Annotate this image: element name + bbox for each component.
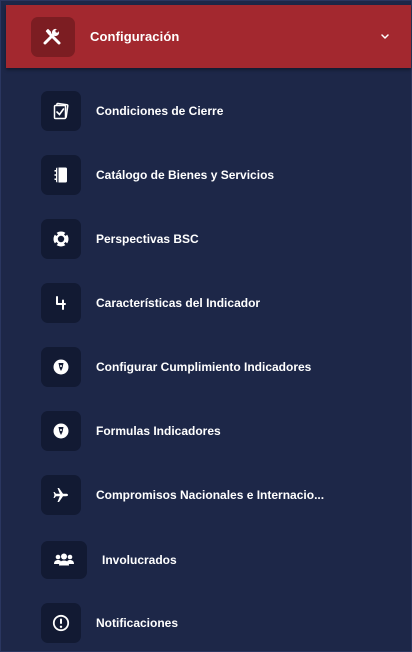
notebook-icon: [41, 155, 81, 195]
menu-item-label: Compromisos Nacionales e Internacio...: [96, 488, 325, 502]
number-four-icon: [41, 283, 81, 323]
users-icon: [41, 541, 87, 579]
checklist-icon: [41, 91, 81, 131]
menu-item-label: Condiciones de Cierre: [96, 104, 224, 118]
section-title: Configuración: [90, 29, 180, 44]
menu-item-compromisos[interactable]: Compromisos Nacionales e Internacio...: [41, 475, 401, 515]
pen-nib-icon: [41, 347, 81, 387]
menu-item-configurar-cumplimiento[interactable]: Configurar Cumplimiento Indicadores: [41, 347, 401, 387]
menu-item-notificaciones[interactable]: Notificaciones: [41, 603, 401, 643]
plane-icon: [41, 475, 81, 515]
menu-item-label: Características del Indicador: [96, 296, 261, 310]
menu-item-label: Notificaciones: [96, 616, 179, 630]
menu-item-catalogo-bienes-servicios[interactable]: Catálogo de Bienes y Servicios: [41, 155, 401, 195]
alert-circle-icon: [41, 603, 81, 643]
tools-icon: [31, 16, 75, 57]
menu-item-label: Formulas Indicadores: [96, 424, 221, 438]
menu-item-label: Catálogo de Bienes y Servicios: [96, 168, 275, 182]
menu-item-label: Configurar Cumplimiento Indicadores: [96, 360, 312, 374]
life-ring-icon: [41, 219, 81, 259]
menu-item-formulas-indicadores[interactable]: Formulas Indicadores: [41, 411, 401, 451]
menu-item-label: Involucrados: [102, 553, 177, 567]
chevron-down-icon[interactable]: [379, 30, 391, 42]
menu-item-perspectivas-bsc[interactable]: Perspectivas BSC: [41, 219, 401, 259]
menu-item-condiciones-de-cierre[interactable]: Condiciones de Cierre: [41, 91, 401, 131]
pen-nib-icon: [41, 411, 81, 451]
menu-section-configuracion[interactable]: Configuración: [6, 5, 411, 68]
sidebar-menu: Configuración Condiciones de Cierre Catá…: [0, 0, 412, 652]
menu-item-involucrados[interactable]: Involucrados: [41, 540, 401, 580]
menu-item-caracteristicas-indicador[interactable]: Características del Indicador: [41, 283, 401, 323]
menu-item-label: Perspectivas BSC: [96, 232, 199, 246]
